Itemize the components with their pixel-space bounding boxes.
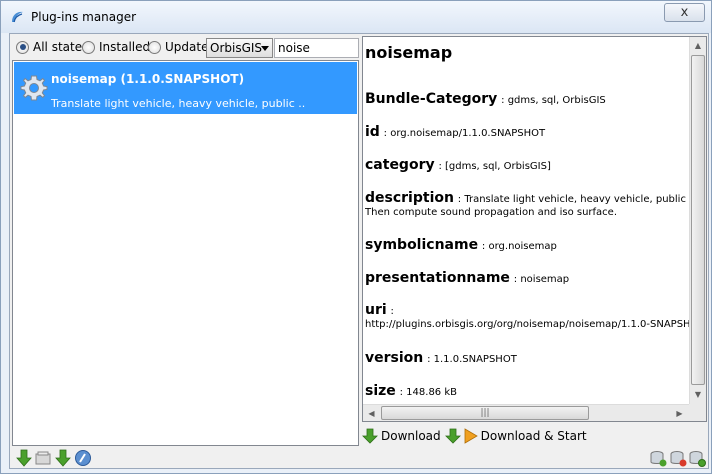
plugin-details-panel: noisemap Bundle-Category : gdms, sql, Or… — [362, 36, 707, 422]
scrollbar-thumb[interactable]: ||| — [381, 406, 589, 420]
category-dropdown[interactable]: OrbisGIS — [206, 38, 273, 58]
prop-key: id — [365, 124, 380, 140]
scroll-left-icon[interactable]: ◀ — [363, 405, 380, 421]
scrollbar-thumb[interactable] — [691, 55, 705, 385]
add-repository-icon[interactable] — [649, 449, 667, 467]
scroll-corner — [689, 404, 706, 421]
plugin-gear-icon — [20, 75, 48, 101]
plugin-list: noisemap (1.1.0.SNAPSHOT) Translate ligh… — [12, 60, 359, 446]
prop-key: uri — [365, 302, 387, 318]
window-title: Plug-ins manager — [31, 10, 137, 24]
prop-size: size : 148.86 kB — [365, 383, 457, 399]
filter-bar: All state Installed Update OrbisGIS — [13, 37, 359, 59]
update-label: Update — [165, 40, 209, 54]
prop-value: org.noisemap — [488, 241, 557, 252]
remove-repository-icon[interactable] — [669, 449, 687, 467]
radio-indicator — [148, 40, 161, 54]
details-horizontal-scrollbar[interactable]: ◀ ||| ▶ — [363, 404, 689, 421]
details-content: noisemap Bundle-Category : gdms, sql, Or… — [365, 39, 690, 401]
prop-key: Bundle-Category — [365, 91, 498, 107]
update-icon[interactable] — [54, 449, 72, 467]
action-bar: Download Download & Start — [362, 425, 707, 447]
search-input[interactable] — [274, 38, 359, 58]
prop-value: [gdms, sql, OrbisGIS] — [445, 161, 551, 172]
plugins-manager-window: Plug-ins manager x All state Installed U… — [0, 0, 712, 474]
prop-value: org.noisemap/1.1.0.SNAPSHOT — [390, 128, 546, 139]
category-value: OrbisGIS — [210, 41, 263, 55]
prop-id: id : org.noisemap/1.1.0.SNAPSHOT — [365, 124, 546, 140]
app-logo-icon — [12, 11, 23, 23]
details-vertical-scrollbar[interactable]: ▲ ▼ — [689, 37, 706, 404]
all-state-radio[interactable]: All state — [16, 40, 82, 54]
scroll-up-icon[interactable]: ▲ — [690, 37, 706, 54]
prop-value: noisemap — [520, 274, 570, 285]
prop-value-continued: http://plugins.orbisgis.org/org/noisemap… — [365, 319, 690, 330]
info-icon[interactable] — [74, 449, 92, 467]
download-start-label: Download & Start — [480, 429, 587, 443]
close-icon: x — [680, 5, 689, 20]
close-button[interactable]: x — [664, 3, 705, 22]
prop-value: gdms, sql, OrbisGIS — [507, 95, 606, 106]
prop-value-continued: Then compute sound propagation and iso s… — [365, 207, 617, 218]
prop-bundle-category: Bundle-Category : gdms, sql, OrbisGIS — [365, 91, 606, 107]
prop-uri: uri : http://plugins.orbisgis.org/org/no… — [365, 302, 690, 330]
details-title: noisemap — [365, 43, 453, 62]
plugin-description: Translate light vehicle, heavy vehicle, … — [51, 97, 306, 110]
scroll-down-icon[interactable]: ▼ — [690, 386, 706, 403]
prop-key: size — [365, 383, 396, 399]
radio-indicator — [16, 40, 29, 54]
prop-key: symbolicname — [365, 237, 479, 253]
download-arrow-icon — [362, 428, 378, 444]
title-bar: Plug-ins manager x — [1, 1, 711, 33]
download-button[interactable]: Download — [362, 428, 441, 444]
scroll-right-icon[interactable]: ▶ — [671, 405, 688, 421]
installed-radio[interactable]: Installed — [82, 40, 150, 54]
plugin-name: noisemap (1.1.0.SNAPSHOT) — [51, 72, 245, 86]
prop-value: 148.86 kB — [406, 387, 457, 398]
prop-category: category : [gdms, sql, OrbisGIS] — [365, 157, 551, 173]
download-arrow-icon — [444, 428, 461, 444]
bundle-icon[interactable] — [34, 449, 52, 467]
prop-presentationname: presentationname : noisemap — [365, 270, 570, 286]
download-and-start-button[interactable]: Download & Start — [444, 428, 587, 444]
update-radio[interactable]: Update — [148, 40, 208, 54]
prop-key: description — [365, 190, 454, 206]
download-label: Download — [381, 429, 441, 443]
prop-symbolicname: symbolicname : org.noisemap — [365, 237, 557, 253]
prop-key: version — [365, 350, 424, 366]
installed-label: Installed — [99, 40, 151, 54]
prop-version: version : 1.1.0.SNAPSHOT — [365, 350, 517, 366]
install-icon[interactable] — [15, 449, 33, 467]
start-triangle-icon — [464, 428, 478, 444]
prop-key: category — [365, 157, 435, 173]
prop-value: Translate light vehicle, heavy vehicle, … — [464, 194, 690, 205]
prop-description: description : Translate light vehicle, h… — [365, 190, 690, 218]
refresh-repository-icon[interactable] — [688, 449, 706, 467]
window-client: All state Installed Update OrbisGIS nois… — [9, 33, 709, 469]
prop-value: 1.1.0.SNAPSHOT — [433, 354, 517, 365]
prop-key: presentationname — [365, 270, 510, 286]
bottom-toolbar — [12, 447, 706, 468]
radio-indicator — [82, 40, 95, 54]
all-state-label: All state — [33, 40, 83, 54]
plugin-list-item[interactable]: noisemap (1.1.0.SNAPSHOT) Translate ligh… — [14, 62, 357, 114]
chevron-down-icon — [261, 46, 269, 51]
